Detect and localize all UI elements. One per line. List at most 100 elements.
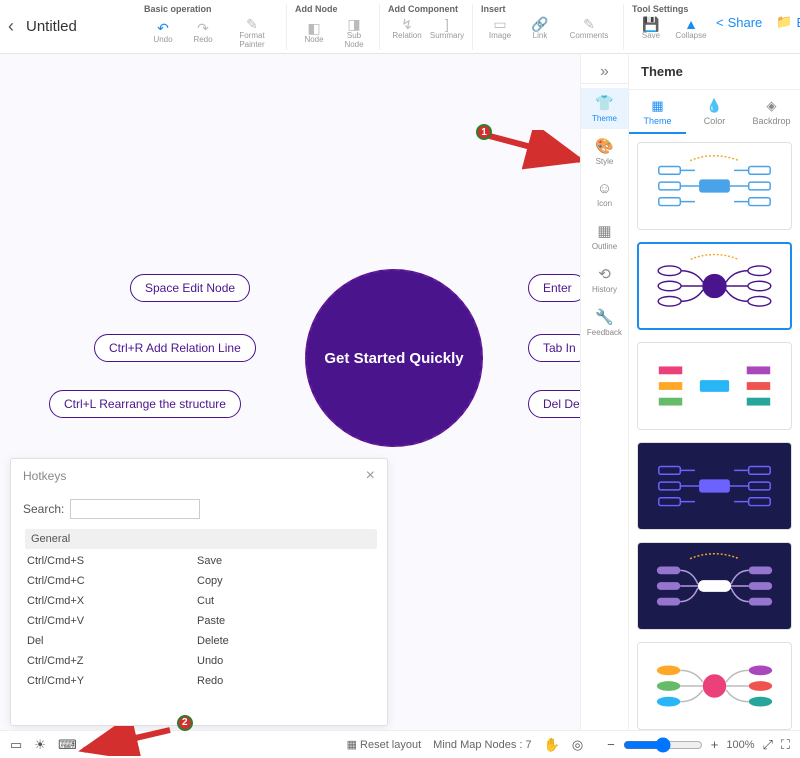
wrench-icon: 🔧 — [595, 308, 614, 326]
link-icon: 🔗 — [531, 16, 549, 32]
hotkey-action: Undo — [197, 655, 375, 667]
save-icon: 💾 — [642, 16, 660, 32]
side-tab-history[interactable]: ⟲History — [581, 259, 628, 300]
callout-arrow-2 — [78, 726, 178, 756]
relation-icon: ↯ — [398, 16, 416, 32]
node-icon: ◧ — [305, 20, 323, 36]
target-icon[interactable]: ◎ — [572, 737, 583, 753]
format-painter-button[interactable]: ✎Format Painter — [224, 16, 280, 50]
brightness-icon[interactable]: ☀ — [34, 737, 46, 753]
hand-icon[interactable]: ✋ — [544, 737, 560, 753]
side-tab-feedback[interactable]: 🔧Feedback — [581, 302, 628, 343]
summary-icon: ] — [438, 16, 456, 32]
link-button[interactable]: 🔗Link — [521, 16, 559, 41]
mindmap-canvas[interactable]: Get Started Quickly Space Edit Node Ctrl… — [0, 54, 580, 730]
export-button[interactable]: 📁Export — [776, 14, 800, 30]
hotkey-shortcut: Ctrl/Cmd+S — [27, 555, 197, 567]
diamond-icon: ◈ — [743, 98, 800, 114]
leaf-node[interactable]: Tab In — [528, 334, 580, 362]
theme-card[interactable] — [637, 342, 792, 430]
leaf-node[interactable]: Space Edit Node — [130, 274, 250, 302]
subnode-icon: ◨ — [345, 16, 363, 32]
side-tab-outline[interactable]: ▦Outline — [581, 216, 628, 257]
hotkey-row: Ctrl/Cmd+SSave — [25, 551, 377, 571]
image-button[interactable]: ▭Image — [481, 16, 519, 41]
reset-layout-button[interactable]: ▦ Reset layout — [347, 738, 422, 751]
callout-marker-2: 2 — [177, 715, 193, 731]
document-title[interactable]: Untitled — [26, 18, 77, 35]
theme-tab-backdrop[interactable]: ◈Backdrop — [743, 90, 800, 134]
group-label: Add Node — [295, 4, 373, 14]
comments-button[interactable]: ✎Comments — [561, 16, 617, 41]
drop-icon: 💧 — [686, 98, 743, 114]
zoom-slider[interactable] — [623, 737, 703, 753]
theme-card[interactable] — [637, 442, 792, 530]
side-tab-style[interactable]: 🎨Style — [581, 131, 628, 172]
hotkey-shortcut: Ctrl/Cmd+Y — [27, 675, 197, 687]
theme-card[interactable] — [637, 142, 792, 230]
right-side-tabs: » 👕Theme 🎨Style ☺Icon ▦Outline ⟲History … — [580, 54, 628, 730]
sub-node-button[interactable]: ◨Sub Node — [335, 16, 373, 50]
leaf-node[interactable]: Ctrl+R Add Relation Line — [94, 334, 256, 362]
summary-button[interactable]: ]Summary — [428, 16, 466, 41]
center-node[interactable]: Get Started Quickly — [305, 269, 483, 447]
leaf-node[interactable]: Ctrl+L Rearrange the structure — [49, 390, 241, 418]
group-add-component: Add Component ↯Relation ]Summary — [382, 4, 473, 50]
fullscreen-icon[interactable]: ⛶ — [781, 737, 790, 753]
panel-collapse-button[interactable]: » — [581, 60, 628, 84]
leaf-node[interactable]: Enter — [528, 274, 580, 302]
back-icon[interactable]: ‹ — [8, 16, 14, 37]
node-button[interactable]: ◧Node — [295, 16, 333, 50]
redo-button[interactable]: ↷Redo — [184, 16, 222, 50]
hotkey-row: Ctrl/Cmd+YRedo — [25, 671, 377, 691]
keyboard-icon[interactable]: ⌨ — [58, 737, 77, 753]
search-input[interactable] — [70, 499, 200, 519]
theme-card[interactable] — [637, 542, 792, 630]
side-tab-theme[interactable]: 👕Theme — [581, 88, 628, 129]
share-button[interactable]: <Share — [716, 15, 762, 30]
relation-button[interactable]: ↯Relation — [388, 16, 426, 41]
top-toolbar: ‹ Untitled Basic operation ↶Undo ↷Redo ✎… — [0, 0, 800, 54]
chevron-right-icon: » — [600, 63, 609, 81]
fit-icon[interactable]: ⤢ — [762, 737, 772, 753]
zoom-out-button[interactable]: − — [607, 737, 615, 752]
theme-panel-title: Theme — [629, 54, 800, 90]
export-icon: 📁 — [776, 14, 792, 30]
undo-button[interactable]: ↶Undo — [144, 16, 182, 50]
hotkey-action: Paste — [197, 615, 375, 627]
theme-tab-color[interactable]: 💧Color — [686, 90, 743, 134]
close-icon[interactable]: × — [366, 467, 375, 485]
side-tab-icon[interactable]: ☺Icon — [581, 174, 628, 214]
group-label: Insert — [481, 4, 617, 14]
hotkey-row: Ctrl/Cmd+XCut — [25, 591, 377, 611]
hotkey-action: Redo — [197, 675, 375, 687]
hotkeys-panel: Hotkeys × Search: General Ctrl/Cmd+SSave… — [10, 458, 388, 726]
hotkeys-list[interactable]: General Ctrl/Cmd+SSaveCtrl/Cmd+CCopyCtrl… — [11, 529, 387, 725]
theme-panel: Theme ▦Theme 💧Color ◈Backdrop — [628, 54, 800, 730]
grid-icon: ▦ — [597, 222, 611, 240]
save-button[interactable]: 💾Save — [632, 16, 670, 41]
redo-icon: ↷ — [194, 20, 212, 36]
collapse-icon: ▲ — [682, 16, 700, 32]
image-icon: ▭ — [491, 16, 509, 32]
theme-tab-theme[interactable]: ▦Theme — [629, 90, 686, 134]
theme-card[interactable] — [637, 642, 792, 730]
hotkey-action: Cut — [197, 595, 375, 607]
minimap-icon[interactable]: ▭ — [10, 737, 22, 753]
hotkey-shortcut: Ctrl/Cmd+Z — [27, 655, 197, 667]
hotkey-shortcut: Ctrl/Cmd+C — [27, 575, 197, 587]
collapse-button[interactable]: ▲Collapse — [672, 16, 710, 41]
callout-marker-1: 1 — [476, 124, 492, 140]
theme-gallery[interactable] — [629, 134, 800, 730]
grid-icon: ▦ — [629, 98, 686, 114]
zoom-in-button[interactable]: + — [711, 737, 719, 752]
theme-card[interactable] — [637, 242, 792, 330]
hotkeys-title: Hotkeys — [23, 469, 66, 483]
hotkey-action: Save — [197, 555, 375, 567]
leaf-node[interactable]: Del De — [528, 390, 580, 418]
hotkey-row: Ctrl/Cmd+CCopy — [25, 571, 377, 591]
hotkey-shortcut: Ctrl/Cmd+X — [27, 595, 197, 607]
node-count: Mind Map Nodes : 7 — [433, 739, 531, 751]
hotkeys-section-header: General — [25, 529, 377, 549]
brush-icon: ✎ — [243, 16, 261, 32]
